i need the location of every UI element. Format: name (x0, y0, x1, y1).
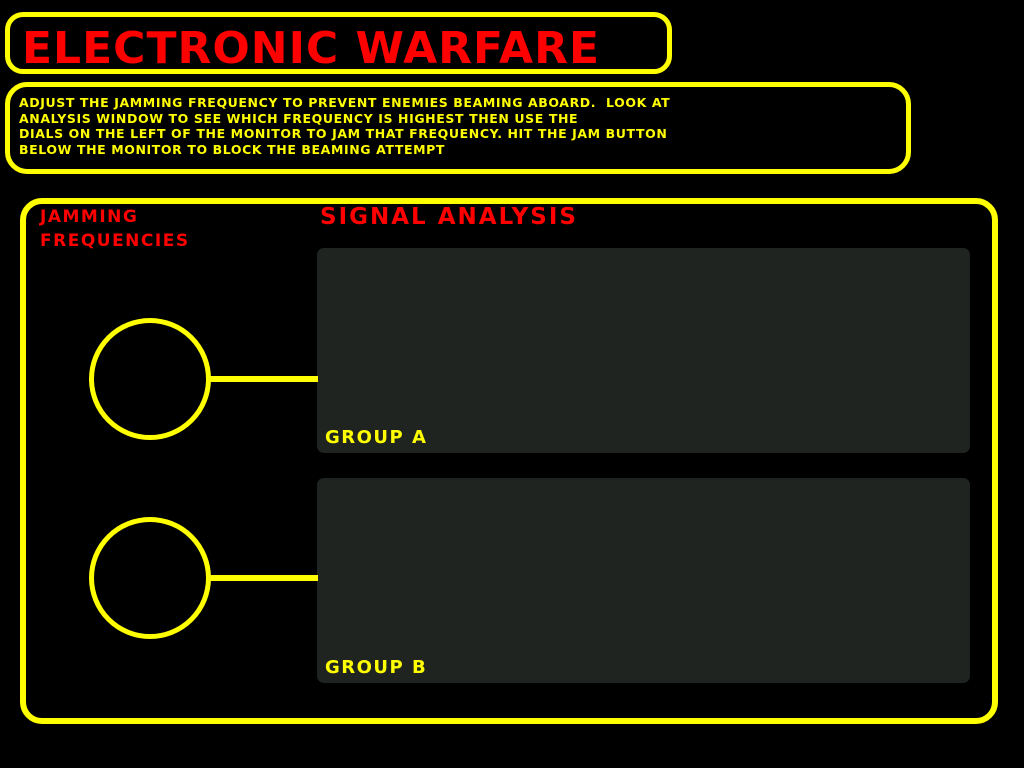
instructions-line: ANALYSIS WINDOW TO SEE WHICH FREQUENCY I… (19, 110, 579, 126)
signal-analysis-heading: SIGNAL ANALYSIS (320, 204, 578, 230)
group-a-label: GROUP A (325, 427, 428, 448)
dial-connector-a (210, 376, 318, 382)
signal-monitor-group-a: GROUP A (317, 248, 970, 453)
title-frame: ELECTRONIC WARFARE (5, 12, 672, 74)
dial-connector-b (210, 575, 318, 581)
jamming-heading-line: FREQUENCIES (40, 231, 190, 251)
signal-monitor-group-b: GROUP B (317, 478, 970, 683)
group-b-label: GROUP B (325, 657, 428, 678)
instructions-line: ADJUST THE JAMMING FREQUENCY TO PREVENT … (19, 95, 671, 110)
instructions-line: DIALS ON THE LEFT OF THE MONITOR TO JAM … (19, 126, 668, 141)
instructions-text: ADJUST THE JAMMING FREQUENCY TO PREVENT … (19, 95, 899, 157)
jamming-dial-group-a[interactable] (89, 318, 211, 440)
jamming-heading-line: JAMMING (40, 207, 139, 227)
page-title: ELECTRONIC WARFARE (22, 23, 601, 74)
jamming-dial-group-b[interactable] (89, 517, 211, 639)
instructions-line: BELOW THE MONITOR TO BLOCK THE BEAMING A… (19, 141, 446, 157)
jamming-frequencies-heading: JAMMING FREQUENCIES (40, 205, 190, 253)
